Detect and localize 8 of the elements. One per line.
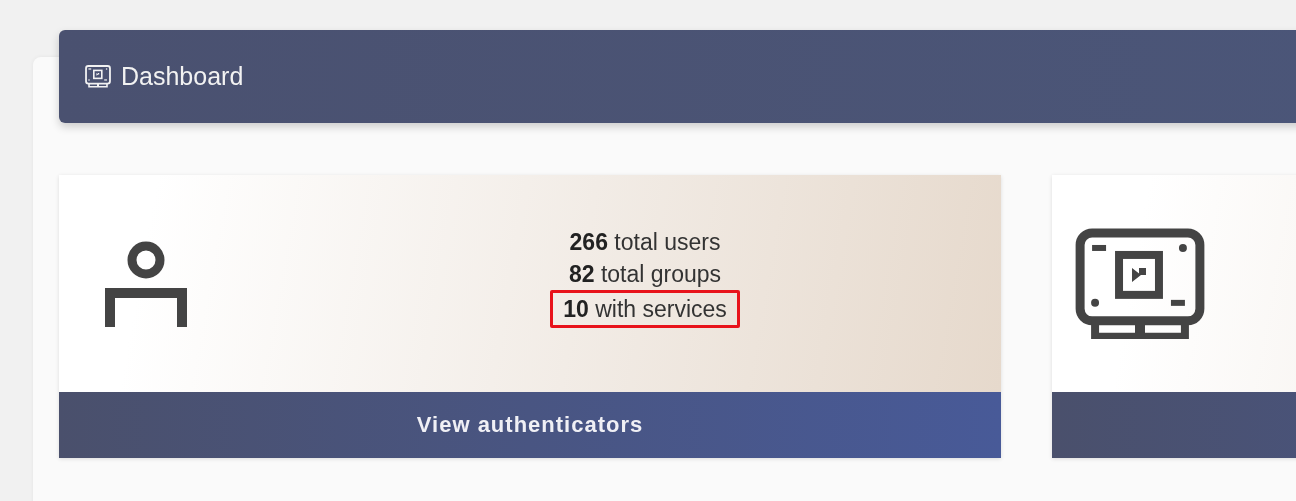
stat-text: 82 total groups: [568, 259, 722, 289]
dashboard-icon: [1075, 227, 1205, 340]
dashboard-icon: [85, 65, 111, 88]
page-title: Dashboard: [121, 62, 244, 91]
stat-text: 266 total users: [569, 227, 721, 257]
person-icon: [105, 240, 187, 327]
stat-text: 10 with services: [550, 289, 740, 328]
card-action-button[interactable]: View authenticators: [59, 392, 1001, 458]
